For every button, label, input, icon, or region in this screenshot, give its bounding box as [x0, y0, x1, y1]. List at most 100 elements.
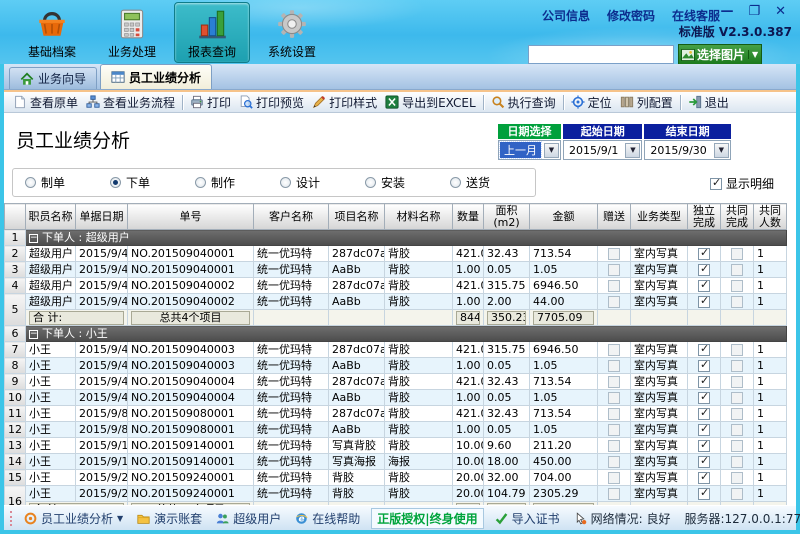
table-row[interactable]: 6− 下单人 : 小王 — [4, 325, 787, 342]
cell-biz-type[interactable]: 室内写真 — [630, 293, 688, 310]
cell-material[interactable]: 背胶 — [384, 485, 453, 502]
cell-biz-type[interactable]: 室内写真 — [630, 405, 688, 422]
gift-checkbox[interactable] — [608, 391, 620, 404]
cell-customer[interactable]: 统一优玛特 — [253, 245, 329, 262]
cell-amount[interactable]: 704.00 — [529, 469, 598, 486]
cell-customer[interactable]: 统一优玛特 — [253, 357, 329, 374]
cell-staff[interactable]: 小王 — [25, 437, 76, 454]
row-number-cell[interactable]: 6 — [4, 325, 26, 342]
close-button[interactable]: ✕ — [775, 4, 786, 20]
cell-gift[interactable] — [597, 373, 631, 390]
statusbar-item-check[interactable]: 导入证书 — [488, 510, 567, 527]
cell-customer[interactable]: 统一优玛特 — [253, 277, 329, 294]
cell-gift[interactable] — [597, 357, 631, 374]
cell-gift[interactable] — [597, 245, 631, 262]
radio-下单[interactable]: 下单 — [110, 174, 195, 191]
cell-project[interactable]: 写真背胶 — [328, 437, 385, 454]
cell-area[interactable]: 9.60 — [483, 437, 530, 454]
radio-送货[interactable]: 送货 — [450, 174, 535, 191]
gift-checkbox[interactable] — [608, 359, 620, 372]
cell-biz-type[interactable]: 室内写真 — [630, 437, 688, 454]
gift-checkbox[interactable] — [608, 375, 620, 388]
cell-customer[interactable]: 统一优玛特 — [253, 373, 329, 390]
cell-people[interactable]: 1 — [753, 405, 787, 422]
cell-order[interactable]: NO.201509140001 — [127, 453, 254, 470]
cell-qty[interactable]: 421.00 — [452, 405, 484, 422]
toolbar-button-preview[interactable]: 打印预览 — [235, 93, 308, 112]
cell-biz-type[interactable]: 室内写真 — [630, 277, 688, 294]
cell-area[interactable]: 315.75 — [483, 277, 530, 294]
cell-date[interactable]: 2015/9/14 — [75, 453, 128, 470]
cell-staff[interactable]: 小王 — [25, 357, 76, 374]
cell-qty[interactable]: 1.00 — [452, 261, 484, 278]
cell-gift[interactable] — [597, 277, 631, 294]
independent-checkbox[interactable] — [698, 263, 710, 276]
cell-date[interactable]: 2015/9/4 — [75, 261, 128, 278]
cell-people[interactable]: 1 — [753, 277, 787, 294]
chevron-down-icon[interactable]: ▼ — [713, 142, 729, 158]
title-link[interactable]: 修改密码 — [607, 7, 655, 24]
cell-order[interactable]: NO.201509240001 — [127, 469, 254, 486]
cell-staff[interactable]: 超级用户 — [25, 261, 76, 278]
column-header[interactable]: 职员名称 — [25, 203, 76, 230]
minimize-button[interactable]: — — [720, 4, 733, 20]
table-row[interactable]: 9小王2015/9/4NO.201509040004统一优玛特287dc07a0… — [4, 373, 787, 390]
toolbar-button-columns[interactable]: 列配置 — [616, 93, 677, 112]
toolbar-button-exit[interactable]: 退出 — [684, 93, 733, 112]
cell-biz-type[interactable]: 室内写真 — [630, 357, 688, 374]
independent-checkbox[interactable] — [698, 343, 710, 356]
cell-area[interactable]: 315.75 — [483, 341, 530, 358]
cell-staff[interactable]: 超级用户 — [25, 245, 76, 262]
column-header[interactable]: 共同人数 — [753, 203, 787, 230]
cell-area[interactable]: 0.05 — [483, 261, 530, 278]
cell-qty[interactable]: 1.00 — [452, 389, 484, 406]
table-row[interactable]: 8 小王 2015/9/4 NO.201509040003 统一优玛特 AaBb 背胶 1.0… — [4, 357, 787, 374]
group-header-cell[interactable]: − 下单人 : 小王 — [25, 325, 787, 342]
cell-area[interactable]: 104.79 — [483, 485, 530, 502]
joint-checkbox[interactable] — [731, 455, 743, 468]
cell-order[interactable]: NO.201509040001 — [127, 261, 254, 278]
cell-joint[interactable] — [720, 373, 754, 390]
cell-independent[interactable] — [687, 357, 721, 374]
cell-independent[interactable] — [687, 261, 721, 278]
independent-checkbox[interactable] — [698, 359, 710, 372]
checkbox-icon[interactable] — [710, 176, 722, 190]
cell-amount[interactable]: 1.05 — [529, 261, 598, 278]
column-header[interactable]: 单据日期 — [75, 203, 128, 230]
ribbon-item-gear[interactable]: 系统设置 — [254, 2, 330, 63]
cell-material[interactable]: 背胶 — [384, 437, 453, 454]
cell-joint[interactable] — [720, 485, 754, 502]
cell-area[interactable]: 0.05 — [483, 421, 530, 438]
cell-project[interactable]: AaBb — [328, 293, 385, 310]
cell-order[interactable]: NO.201509040002 — [127, 293, 254, 310]
column-header[interactable]: 数量 — [452, 203, 484, 230]
independent-checkbox[interactable] — [698, 375, 710, 388]
cell-customer[interactable]: 统一优玛特 — [253, 437, 329, 454]
cell-staff[interactable]: 小王 — [25, 341, 76, 358]
cell-material[interactable]: 背胶 — [384, 261, 453, 278]
row-number-cell[interactable]: 9 — [4, 373, 26, 390]
toolbar-button-printer[interactable]: 打印 — [186, 93, 235, 112]
cell-material[interactable]: 背胶 — [384, 245, 453, 262]
cell-project[interactable]: AaBb — [328, 357, 385, 374]
table-row[interactable]: 5 超级用户 2015/9/4 NO.201509040002 统一优玛特 AaBb 背胶 1… — [4, 293, 787, 326]
cell-gift[interactable] — [597, 453, 631, 470]
cell-independent[interactable] — [687, 389, 721, 406]
cell-material[interactable]: 背胶 — [384, 373, 453, 390]
cell-staff[interactable]: 小王 — [25, 421, 76, 438]
joint-checkbox[interactable] — [731, 423, 743, 436]
cell-people[interactable]: 1 — [753, 421, 787, 438]
joint-checkbox[interactable] — [731, 439, 743, 452]
cell-staff[interactable]: 小王 — [25, 485, 76, 502]
row-number-cell[interactable]: 3 — [4, 261, 26, 278]
row-number-cell[interactable]: 4 — [4, 277, 26, 294]
cell-date[interactable]: 2015/9/4 — [75, 373, 128, 390]
independent-checkbox[interactable] — [698, 471, 710, 484]
cell-customer[interactable]: 统一优玛特 — [253, 405, 329, 422]
joint-checkbox[interactable] — [731, 359, 743, 372]
independent-checkbox[interactable] — [698, 407, 710, 420]
cell-joint[interactable] — [720, 453, 754, 470]
cell-date[interactable]: 2015/9/4 — [75, 389, 128, 406]
toolbar-button-page[interactable]: 查看原单 — [9, 93, 82, 112]
cell-material[interactable]: 背胶 — [384, 469, 453, 486]
